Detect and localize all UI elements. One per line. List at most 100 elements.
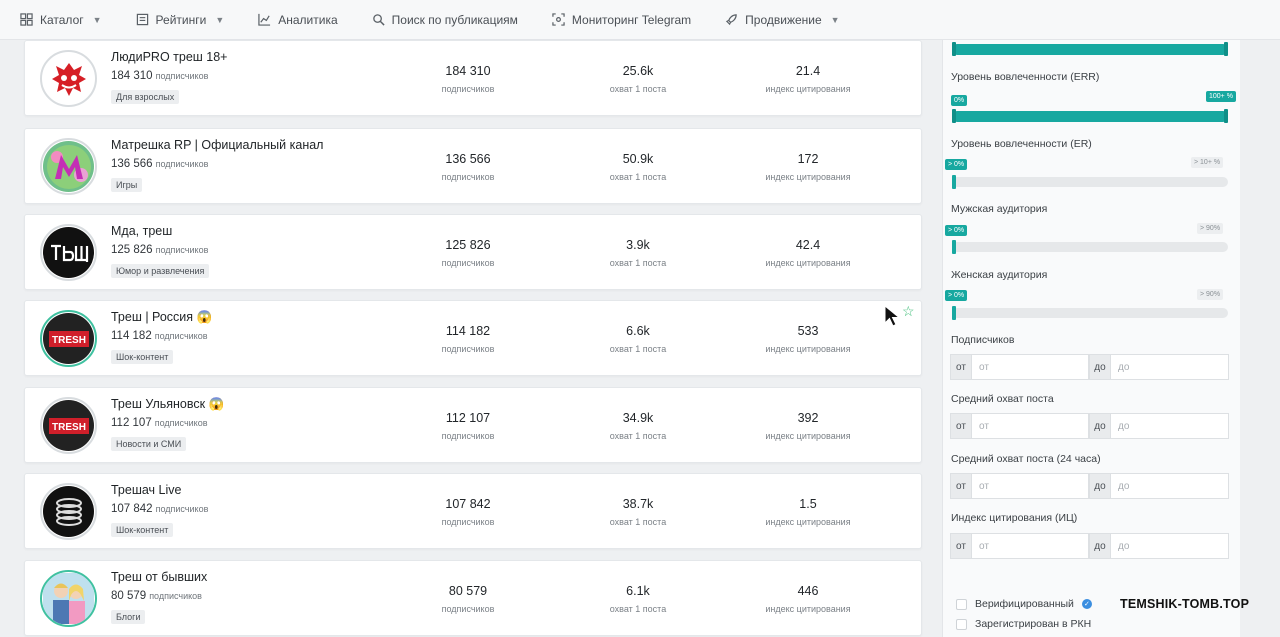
category-tag[interactable]: Для взрослых bbox=[111, 90, 180, 104]
channel-name[interactable]: Треш Ульяновск 😱 bbox=[111, 397, 224, 412]
err-filter-label: Уровень вовлеченности (ERR) bbox=[951, 71, 1100, 83]
tresh-red-logo: TRESH bbox=[43, 313, 94, 364]
mouse-cursor-icon bbox=[884, 305, 901, 327]
verified-checkbox-row[interactable]: Верифицированный ✓ bbox=[956, 598, 1092, 610]
citation-from-input[interactable]: от bbox=[972, 533, 1089, 559]
nav-analytics[interactable]: Аналитика bbox=[258, 12, 338, 27]
er-min-badge: > 0% bbox=[945, 159, 968, 170]
rkn-checkbox[interactable] bbox=[956, 618, 967, 630]
channel-card[interactable]: TRESH Треш Ульяновск 😱 112 107 подписчико… bbox=[24, 387, 922, 463]
female-max-badge: > 90% bbox=[1197, 289, 1224, 300]
avatar bbox=[40, 50, 97, 107]
nav-promotion-label: Продвижение bbox=[745, 12, 822, 27]
to-label: до bbox=[1089, 473, 1111, 499]
err-max-badge: 100+ % bbox=[1206, 91, 1236, 102]
to-label: до bbox=[1089, 413, 1111, 439]
citation-index-range: от от до до bbox=[950, 533, 1229, 559]
channel-card[interactable]: ЛюдиPRO треш 18+ 184 310 подписчиков Для … bbox=[24, 40, 922, 116]
nav-search-label: Поиск по публикациям bbox=[391, 12, 518, 27]
slider-handle-min[interactable] bbox=[952, 306, 956, 320]
metric-subscribers: 114 182 подписчиков bbox=[441, 324, 495, 354]
nav-telegram-monitoring[interactable]: Мониторинг Telegram bbox=[552, 13, 691, 27]
rkn-label: Зарегистрирован в РКН bbox=[975, 618, 1092, 630]
channel-name[interactable]: Матрешка RP | Официальный канал bbox=[111, 138, 323, 152]
subscriber-count: 80 579 подписчиков bbox=[111, 590, 202, 602]
category-tag[interactable]: Игры bbox=[111, 178, 143, 192]
subscribers-filter-label: Подписчиков bbox=[951, 334, 1015, 346]
from-label: от bbox=[950, 354, 972, 380]
metric-reach: 6.6k охват 1 поста bbox=[609, 324, 667, 354]
tresh-text-logo bbox=[43, 227, 94, 278]
nav-ratings[interactable]: Рейтинги ▼ bbox=[136, 13, 224, 27]
metric-subscribers: 125 826 подписчиков bbox=[441, 238, 495, 268]
male-audience-label: Мужская аудитория bbox=[951, 203, 1048, 215]
female-range-slider[interactable] bbox=[952, 306, 1228, 320]
category-tag[interactable]: Шок-контент bbox=[111, 350, 174, 364]
male-range-slider[interactable] bbox=[952, 240, 1228, 254]
verified-checkbox[interactable] bbox=[956, 598, 967, 610]
citation-index-label: Индекс цитирования (ИЦ) bbox=[951, 512, 1078, 524]
monitor-scan-icon bbox=[552, 13, 565, 26]
citation-to-input[interactable]: до bbox=[1111, 533, 1229, 559]
channel-list: ЛюдиPRO треш 18+ 184 310 подписчиков Для … bbox=[24, 40, 922, 637]
err-range-slider[interactable] bbox=[952, 109, 1228, 123]
metric-citation: 446 индекс цитирования bbox=[765, 584, 851, 614]
slider-handle-max[interactable] bbox=[1224, 42, 1228, 56]
avg-reach-range: от от до до bbox=[950, 413, 1229, 439]
subscriber-count: 107 842 подписчиков bbox=[111, 503, 209, 515]
channel-card[interactable]: TRESH Треш | Россия 😱 114 182 подписчиков… bbox=[24, 300, 922, 376]
category-tag[interactable]: Блоги bbox=[111, 610, 146, 624]
top-navigation: Каталог ▼ Рейтинги ▼ Аналитика Поиск по … bbox=[0, 0, 1280, 40]
range-slider[interactable] bbox=[952, 42, 1228, 56]
female-audience-label: Женская аудитория bbox=[951, 269, 1048, 281]
avg-reach-to-input[interactable]: до bbox=[1111, 413, 1229, 439]
slider-handle-min[interactable] bbox=[952, 240, 956, 254]
metric-citation: 392 индекс цитирования bbox=[765, 411, 851, 441]
metric-citation: 1.5 индекс цитирования bbox=[765, 497, 851, 527]
category-tag[interactable]: Юмор и развлечения bbox=[111, 264, 210, 278]
avatar bbox=[40, 570, 97, 627]
avg-reach-24-to-input[interactable]: до bbox=[1111, 473, 1229, 499]
male-max-badge: > 90% bbox=[1197, 223, 1224, 234]
category-tag[interactable]: Новости и СМИ bbox=[111, 437, 187, 451]
channel-name[interactable]: Мда, треш bbox=[111, 224, 172, 238]
svg-text:TRESH: TRESH bbox=[52, 335, 86, 346]
category-tag[interactable]: Шок-контент bbox=[111, 523, 174, 537]
from-label: от bbox=[950, 473, 972, 499]
nav-analytics-label: Аналитика bbox=[278, 12, 338, 27]
er-max-badge: > 10+ % bbox=[1191, 157, 1224, 168]
channel-card[interactable]: Матрешка RP | Официальный канал 136 566 п… bbox=[24, 128, 922, 204]
channel-name[interactable]: ЛюдиPRO треш 18+ bbox=[111, 50, 227, 64]
subscriber-count: 136 566 подписчиков bbox=[111, 158, 209, 170]
metric-subscribers: 80 579 подписчиков bbox=[441, 584, 495, 614]
metric-subscribers: 112 107 подписчиков bbox=[441, 411, 495, 441]
svg-text:TRESH: TRESH bbox=[52, 422, 86, 433]
slider-handle-min[interactable] bbox=[952, 175, 956, 189]
metric-subscribers: 136 566 подписчиков bbox=[441, 152, 495, 182]
metric-reach: 3.9k охват 1 поста bbox=[609, 238, 667, 268]
avg-reach-from-input[interactable]: от bbox=[972, 413, 1089, 439]
subscriber-count: 114 182 подписчиков bbox=[111, 330, 208, 342]
nav-search-publications[interactable]: Поиск по публикациям bbox=[372, 13, 518, 27]
slider-handle-max[interactable] bbox=[1224, 109, 1228, 123]
subscribers-from-input[interactable]: от bbox=[972, 354, 1089, 380]
channel-name[interactable]: Трешач Live bbox=[111, 483, 181, 497]
er-filter-label: Уровень вовлеченности (ER) bbox=[951, 138, 1092, 150]
ratings-icon bbox=[136, 13, 148, 26]
slider-handle-min[interactable] bbox=[952, 109, 956, 123]
avg-reach-24-from-input[interactable]: от bbox=[972, 473, 1089, 499]
channel-name[interactable]: Треш от бывших bbox=[111, 570, 207, 584]
subscribers-to-input[interactable]: до bbox=[1111, 354, 1229, 380]
channel-card[interactable]: Трешач Live 107 842 подписчиков Шок-конте… bbox=[24, 473, 922, 549]
slider-handle-min[interactable] bbox=[952, 42, 956, 56]
channel-card[interactable]: Треш от бывших 80 579 подписчиков Блоги 8… bbox=[24, 560, 922, 636]
nav-promotion[interactable]: Продвижение ▼ bbox=[725, 12, 840, 27]
channel-name[interactable]: Треш | Россия 😱 bbox=[111, 310, 212, 325]
rkn-checkbox-row[interactable]: Зарегистрирован в РКН bbox=[956, 618, 1091, 630]
favorite-star-icon[interactable]: ☆ bbox=[902, 303, 915, 320]
line-chart-icon bbox=[258, 13, 271, 26]
chevron-down-icon: ▼ bbox=[92, 14, 102, 25]
nav-catalog[interactable]: Каталог ▼ bbox=[20, 13, 102, 27]
er-range-slider[interactable] bbox=[952, 175, 1228, 189]
channel-card[interactable]: Мда, треш 125 826 подписчиков Юмор и разв… bbox=[24, 214, 922, 290]
